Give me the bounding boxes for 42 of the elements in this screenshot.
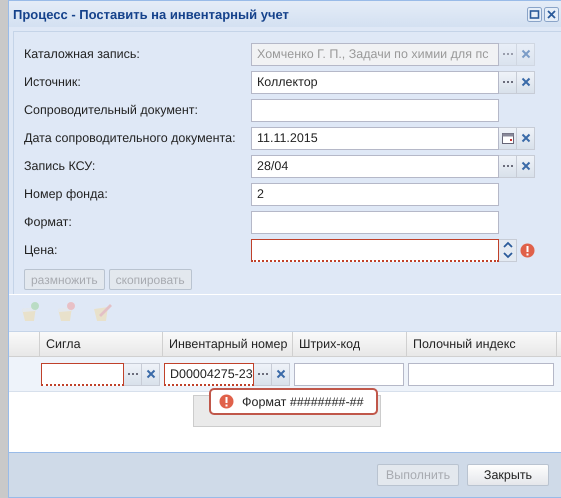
input-field[interactable] xyxy=(251,210,499,234)
field-label: Источник: xyxy=(24,75,82,89)
cell-input[interactable] xyxy=(41,362,124,386)
field-label: Формат: xyxy=(24,215,73,229)
footer-button[interactable]: Закрыть xyxy=(467,464,549,486)
field-label: Каталожная запись: xyxy=(24,47,141,61)
field-label: Дата сопроводительного документа: xyxy=(24,131,237,145)
calendar-icon[interactable] xyxy=(499,126,517,150)
cell-input[interactable] xyxy=(294,362,404,386)
input-field[interactable]: 11.11.2015 xyxy=(251,126,499,150)
cell-input[interactable] xyxy=(408,362,554,386)
tooltip-text: Формат ########-## xyxy=(242,394,364,408)
input-field[interactable] xyxy=(251,238,499,262)
input-field[interactable]: 28/04 xyxy=(251,154,499,178)
column-header[interactable]: Штрих-код xyxy=(293,332,407,356)
more-icon[interactable] xyxy=(254,362,272,386)
more-icon[interactable] xyxy=(124,362,142,386)
clear-icon[interactable] xyxy=(517,154,535,178)
spinner-icon[interactable] xyxy=(499,238,517,262)
input-field[interactable]: Коллектор xyxy=(251,70,499,94)
more-icon[interactable] xyxy=(499,154,517,178)
clear-icon[interactable] xyxy=(517,70,535,94)
column-header[interactable]: Полочный индекс xyxy=(407,332,557,356)
column-header[interactable]: Сигла xyxy=(40,332,163,356)
error-icon xyxy=(520,242,535,258)
close-icon[interactable] xyxy=(544,6,559,22)
field-label: Запись КСУ: xyxy=(24,159,96,173)
clear-icon[interactable] xyxy=(272,362,290,386)
field-label: Цена: xyxy=(24,243,59,257)
input-field[interactable] xyxy=(251,98,499,122)
field-label: Сопроводительный документ: xyxy=(24,103,199,117)
clear-icon[interactable] xyxy=(517,126,535,150)
error-icon xyxy=(219,394,234,409)
column-header[interactable]: Инвентарный номер xyxy=(163,332,293,356)
input-field[interactable]: 2 xyxy=(251,182,499,206)
more-icon[interactable] xyxy=(499,70,517,94)
more-icon[interactable] xyxy=(499,42,517,66)
field-label: Номер фонда: xyxy=(24,187,109,201)
window-title: Процесс - Поставить на инвентарный учет xyxy=(13,6,289,22)
maximize-icon[interactable] xyxy=(527,6,542,22)
cell-input[interactable]: D00004275-23 xyxy=(164,362,254,386)
clear-icon[interactable] xyxy=(142,362,160,386)
